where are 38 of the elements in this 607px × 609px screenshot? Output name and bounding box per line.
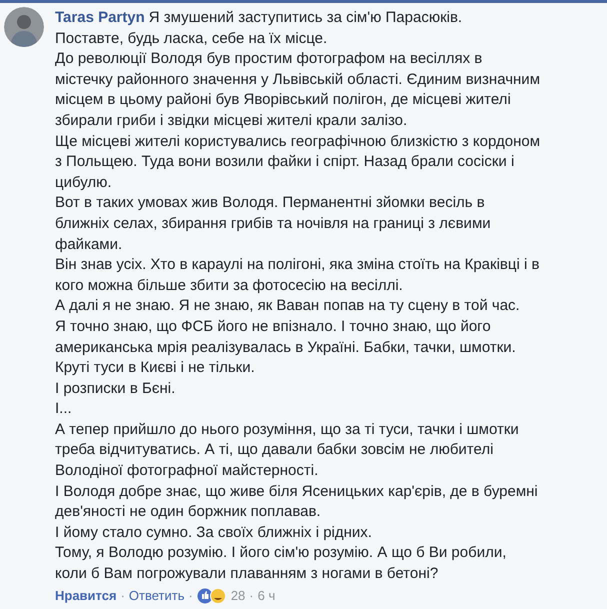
comment-line: кого можна більше збити за фотосесію на весіллі. bbox=[55, 276, 404, 296]
comment-line: Володіної фотографної майстерності. bbox=[55, 461, 320, 482]
comment-line: американська мрія реалізувалась в Україні. Бабки, тачки, шмотки. bbox=[55, 338, 517, 358]
reaction-count: 28 bbox=[230, 588, 246, 604]
separator-dot: · bbox=[188, 588, 193, 604]
comment-line: До революції Володя був простим фотографом на весіллях в bbox=[55, 49, 484, 70]
comment-line: файками. bbox=[55, 234, 124, 255]
comment-line: містечку районного значення у Львівській області. Єдиним визначним bbox=[55, 70, 540, 90]
separator-dot: · bbox=[120, 588, 125, 604]
comment-line: Я точно знаю, що ФСБ його не впізнало. І точно знаю, що його bbox=[55, 316, 492, 337]
comment-line: цибулю. bbox=[55, 172, 113, 193]
reply-link[interactable]: Ответить bbox=[128, 588, 184, 604]
separator-dot: · bbox=[249, 588, 254, 604]
comment-line: Поставте, будь ласка, себе на їх місце. bbox=[55, 28, 328, 49]
comment-line: А тепер прийшло до нього розуміння, що за ті туси, тачки і шмотки bbox=[55, 420, 520, 440]
comment-line: коли б Вам погрожували плаванням з ногами в бетоні? bbox=[55, 564, 440, 584]
comment-line: Круті туси в Києві і не тільки. bbox=[55, 358, 256, 378]
comment-line: Він знав усіх. Хто в караулі на полігоні, яка зміна стоїть на Краківці і в bbox=[55, 255, 540, 276]
avatar[interactable] bbox=[4, 7, 44, 47]
comment-line: Ще місцеві жителі користувались географічною близкістю з кордоном bbox=[55, 132, 540, 152]
comment-line: І розписки в Бєні. bbox=[55, 378, 176, 399]
reactions-icon[interactable] bbox=[196, 588, 227, 604]
comment-line: ближніх селах, збирання грибів та ночівля на границі з лєвими bbox=[55, 214, 492, 234]
comment-line: Я змушений заступитись за сім'ю Парасюків. bbox=[148, 9, 462, 26]
comment-line: І... bbox=[55, 399, 73, 420]
comment-line: з Польщею. Туда вони возили файки і спірт. Назад брали сосіски і bbox=[55, 152, 516, 172]
comment-line: І Володя добре знає, що живе біля Ясеницьких кар'єрів, де в буремні bbox=[55, 482, 539, 502]
comment-line: Тому, я Володю розумію. І його сім'ю розумію. А що б Ви робили, bbox=[55, 543, 508, 564]
comment-line: дев'яності не один боржник поплавав. bbox=[55, 502, 322, 522]
comment-time[interactable]: 6 ч bbox=[258, 588, 276, 604]
comment-line: І йому стало сумно. За своїх ближніх і рідних. bbox=[55, 522, 373, 543]
author-name[interactable]: Taras Partyn bbox=[55, 9, 145, 26]
comment-line: місцем в цьому районі був Яворівський полігон, де місцеві жителі bbox=[55, 90, 512, 110]
like-link[interactable]: Нравится bbox=[55, 588, 117, 604]
comment-line: збирали гриби і звідки місцеві жителі крали залізо. bbox=[55, 110, 408, 131]
comment-line: треба відчитуватись. А ті, що давали бабки зовсім не любителі bbox=[55, 440, 494, 460]
comment-line: А далі я не знаю. Я не знаю, як Ваван попав на ту сцену в той час. bbox=[55, 296, 521, 316]
comment-line: Вот в таких умовах жив Володя. Перманентні зйомки весіль в bbox=[55, 193, 486, 214]
